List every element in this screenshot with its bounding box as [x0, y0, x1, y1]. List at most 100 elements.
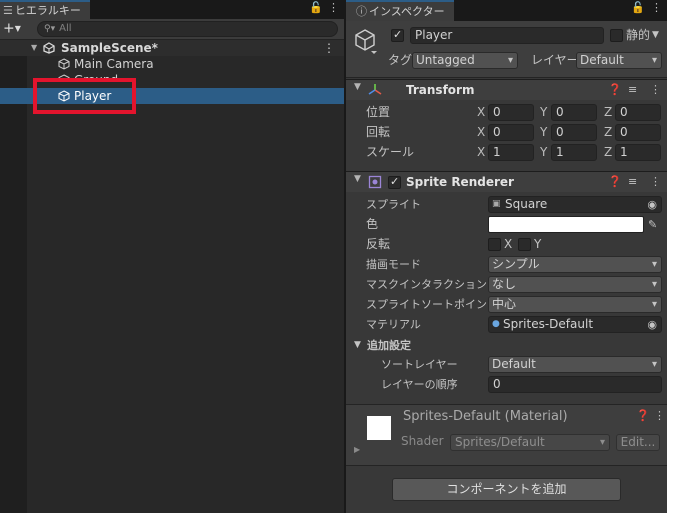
sprite-asset-icon: ▣: [492, 199, 501, 209]
order-in-layer-field[interactable]: 0: [488, 376, 662, 393]
scale-y-field[interactable]: 1: [551, 144, 597, 161]
flip-y-label: Y: [534, 237, 542, 251]
expand-caret-icon[interactable]: ▼: [354, 174, 361, 184]
presets-icon[interactable]: ≡: [628, 81, 637, 99]
sprite-field[interactable]: ▣ Square ◉: [488, 196, 662, 213]
active-checkbox[interactable]: [391, 28, 404, 42]
component-menu-icon[interactable]: ⋮: [650, 81, 661, 99]
flip-y-checkbox[interactable]: [518, 238, 531, 251]
transform-icon: [368, 84, 382, 95]
search-input[interactable]: ⚲▾ All: [37, 21, 338, 37]
static-label: 静的: [626, 28, 651, 42]
object-picker-icon[interactable]: ◉: [647, 317, 657, 332]
eyedropper-icon[interactable]: ✎: [648, 216, 657, 233]
material-preview-swatch: [367, 416, 391, 440]
sprite-renderer-icon: [368, 175, 382, 189]
axis-z-label: Z: [604, 125, 613, 139]
window-background: [667, 0, 677, 521]
position-y-field[interactable]: 0: [551, 104, 597, 121]
search-icon: ⚲▾: [44, 24, 56, 34]
additional-settings-caret-icon[interactable]: ▼: [354, 337, 361, 354]
presets-icon[interactable]: ≡: [628, 173, 637, 191]
expand-caret-icon[interactable]: ▶: [354, 445, 360, 454]
add-object-button[interactable]: +▼: [3, 21, 21, 37]
material-preview-section: Sprites-Default (Material) ❓ ⋮ Shader Sp…: [346, 404, 667, 466]
object-name-field[interactable]: Player: [410, 27, 604, 44]
component-menu-icon[interactable]: ⋮: [654, 409, 665, 422]
axis-x-label: X: [477, 145, 486, 159]
mask-interaction-dropdown[interactable]: なし: [488, 276, 662, 293]
hierarchy-tab-bar: ☰ ヒエラルキー 🔓 ⋮: [0, 0, 344, 19]
gameobject-header: Player 静的 ▼ タグ Untagged レイヤー Default: [346, 21, 667, 78]
help-icon[interactable]: ❓: [636, 409, 650, 422]
window-background: [0, 513, 677, 521]
layer-dropdown[interactable]: Default: [576, 52, 662, 69]
sprite-renderer-header[interactable]: ▼ Sprite Renderer ❓ ≡ ⋮: [346, 171, 667, 192]
sprite-label: スプライト: [366, 198, 421, 211]
position-z-field[interactable]: 0: [615, 104, 661, 121]
sorting-layer-label: ソートレイヤー: [381, 358, 458, 371]
tab-hierarchy[interactable]: ☰ ヒエラルキー: [0, 0, 90, 19]
hierarchy-item-main-camera[interactable]: Main Camera: [0, 56, 344, 72]
unity-scene-icon: [43, 42, 55, 54]
lock-icon[interactable]: 🔓: [309, 1, 323, 14]
hierarchy-panel: ☰ ヒエラルキー 🔓 ⋮ +▼ ⚲▾ All ▼ SampleScene* ⋮ Ma…: [0, 0, 344, 513]
help-icon[interactable]: ❓: [608, 173, 622, 191]
rotation-y-field[interactable]: 0: [551, 124, 597, 141]
scale-x-field[interactable]: 1: [488, 144, 534, 161]
position-label: 位置: [366, 105, 391, 119]
shader-dropdown[interactable]: Sprites/Default: [450, 434, 610, 451]
search-placeholder: All: [59, 23, 72, 34]
component-menu-icon[interactable]: ⋮: [650, 173, 661, 191]
sort-point-label: スプライトソートポイント: [366, 298, 498, 311]
help-icon[interactable]: ❓: [608, 81, 622, 99]
expand-caret-icon[interactable]: ▼: [31, 40, 37, 56]
flip-x-checkbox[interactable]: [488, 238, 501, 251]
flip-label: 反転: [366, 237, 391, 251]
tab-inspector[interactable]: ⓘ インスペクター: [346, 0, 454, 21]
scene-menu-icon[interactable]: ⋮: [323, 40, 335, 56]
sort-point-dropdown[interactable]: 中心: [488, 296, 662, 313]
info-icon: ⓘ: [356, 5, 367, 18]
material-value: Sprites-Default: [503, 317, 594, 331]
draw-mode-dropdown[interactable]: シンプル: [488, 256, 662, 273]
rotation-z-field[interactable]: 0: [615, 124, 661, 141]
scene-row[interactable]: ▼ SampleScene* ⋮: [0, 40, 344, 56]
static-checkbox[interactable]: [610, 29, 623, 42]
gameobject-cube-icon: [355, 29, 377, 54]
kebab-menu-icon[interactable]: ⋮: [328, 1, 339, 14]
gameobject-cube-icon: [58, 58, 70, 70]
rotation-label: 回転: [366, 125, 391, 139]
chevron-down-icon: ▼: [14, 24, 21, 33]
scene-name: SampleScene*: [61, 41, 158, 55]
object-picker-icon[interactable]: ◉: [647, 197, 657, 212]
sorting-layer-dropdown[interactable]: Default: [488, 356, 662, 373]
material-field[interactable]: ● Sprites-Default ◉: [488, 316, 662, 333]
expand-caret-icon[interactable]: ▼: [354, 82, 361, 92]
axis-x-label: X: [477, 125, 486, 139]
transform-header[interactable]: ▼ Transform ❓ ≡ ⋮: [346, 79, 667, 100]
position-x-field[interactable]: 0: [488, 104, 534, 121]
color-swatch[interactable]: [488, 216, 644, 233]
additional-settings-label[interactable]: 追加設定: [367, 337, 411, 354]
kebab-menu-icon[interactable]: ⋮: [651, 1, 662, 14]
mask-interaction-label: マスクインタラクション: [366, 278, 487, 291]
inspector-tab-label: インスペクター: [369, 5, 445, 18]
add-component-button[interactable]: コンポーネントを追加: [392, 478, 621, 501]
tag-dropdown[interactable]: Untagged: [412, 52, 518, 69]
rotation-x-field[interactable]: 0: [488, 124, 534, 141]
hierarchy-item-label: Main Camera: [74, 57, 154, 71]
sprite-renderer-enabled-checkbox[interactable]: [388, 175, 401, 189]
flip-x-label: X: [504, 237, 513, 251]
plus-icon: +: [3, 20, 15, 37]
inspector-tab-bar: ⓘ インスペクター 🔓 ⋮: [346, 0, 667, 21]
static-dropdown-icon[interactable]: ▼: [652, 27, 659, 44]
tag-label: タグ: [388, 53, 413, 67]
scale-z-field[interactable]: 1: [615, 144, 661, 161]
lock-icon[interactable]: 🔓: [631, 1, 645, 14]
shader-label: Shader: [401, 434, 444, 448]
axis-x-label: X: [477, 105, 486, 119]
annotation-highlight-box: [33, 78, 136, 114]
inspector-panel: ⓘインスペクター 🔓 ⋮ Player 静的 ▼ タグ Untagged レイヤ…: [344, 0, 667, 513]
edit-shader-button[interactable]: Edit...: [616, 434, 660, 451]
